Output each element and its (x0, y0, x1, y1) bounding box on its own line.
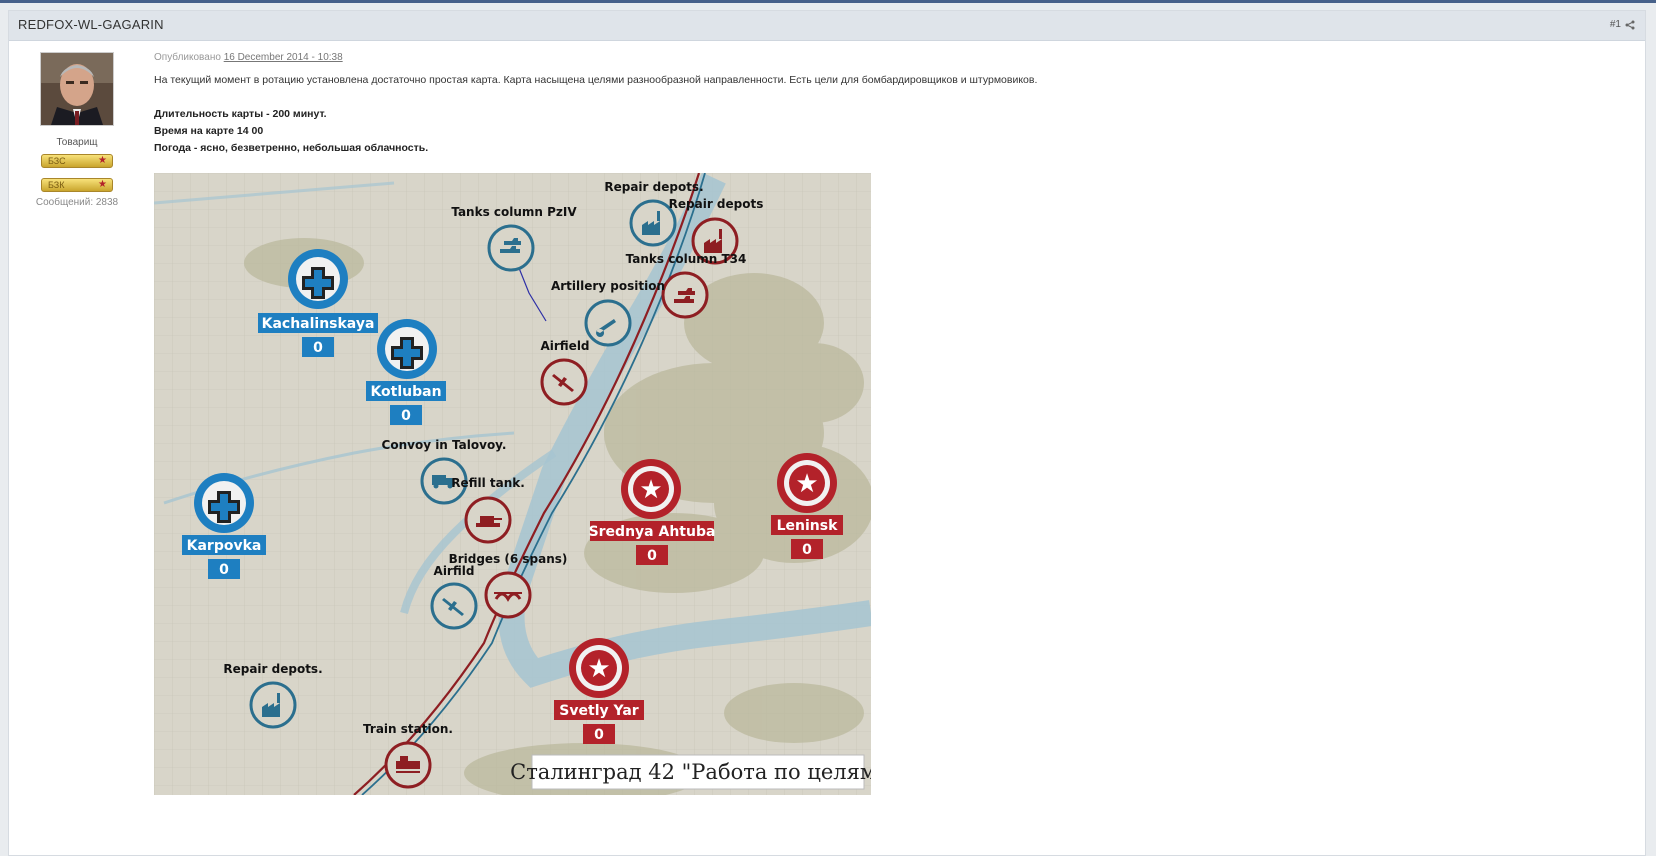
posted-date-link[interactable]: 16 December 2014 - 10:38 (224, 52, 343, 63)
svg-text:★: ★ (587, 654, 610, 684)
airfield-score: 0 (594, 727, 604, 743)
badge-label: БЗК (48, 180, 65, 190)
target-label: Repair depots. (223, 662, 322, 676)
map-duration-line: Длительность карты - 200 минут. (154, 108, 327, 120)
share-icon[interactable] (1625, 20, 1635, 30)
svg-text:★: ★ (795, 469, 818, 499)
map-time-line: Время на карте 14 00 (154, 125, 264, 137)
target-airfield-red[interactable]: Airfield (540, 339, 590, 406)
airfield-name: Kachalinskaya (262, 316, 375, 332)
post-author-name[interactable]: REDFOX-WL-GAGARIN (18, 17, 164, 32)
star-icon: ★ (98, 155, 107, 166)
airfield-name: Kotluban (370, 384, 441, 400)
svg-text:★: ★ (639, 475, 662, 505)
map-weather-line: Погода - ясно, безветренно, небольшая об… (154, 142, 429, 154)
airfield-score: 0 (647, 548, 657, 564)
airfield-score: 0 (401, 408, 411, 424)
target-label: Tanks column PzIV (451, 205, 577, 219)
target-label: Airfield (540, 339, 589, 353)
post-text: На текущий момент в ротацию установлена … (154, 74, 1038, 86)
map-image: Kachalinskaya 0 Kotluban 0 Karpovka 0 ★ … (154, 173, 871, 795)
target-label: Airfild (434, 564, 475, 578)
badge-label: БЗС (48, 156, 66, 166)
forum-post: REDFOX-WL-GAGARIN #1 Товарищ БЗС ★ БЗК ★ (8, 10, 1646, 856)
messages-count: Сообщений: 2838 (35, 197, 119, 208)
target-label: Tanks column T34 (626, 252, 747, 266)
badge-bzs: БЗС ★ (41, 154, 113, 168)
target-label: Refill tank. (451, 476, 525, 490)
star-icon: ★ (98, 179, 107, 190)
post-number-label[interactable]: #1 (1610, 19, 1621, 30)
posted-date: Опубликовано 16 December 2014 - 10:38 (154, 52, 343, 63)
airfield-name: Karpovka (187, 538, 262, 554)
target-label: Train station. (363, 722, 453, 736)
airfield-score: 0 (219, 562, 229, 578)
target-label: Artillery position (551, 279, 665, 293)
target-airfild-blue[interactable]: Airfild (430, 564, 478, 630)
airfield-score: 0 (802, 542, 812, 558)
airfield-name: Leninsk (777, 518, 838, 534)
airfield-name: Srednya Ahtuba (589, 524, 716, 540)
airfield-score: 0 (313, 340, 323, 356)
posted-prefix: Опубликовано (154, 52, 221, 63)
target-label: Convoy in Talovoy. (382, 438, 507, 452)
map-caption: Сталинград 42 "Работа по целям" (510, 760, 871, 784)
top-accent-bar (0, 0, 1656, 3)
target-label: Repair depots (669, 197, 764, 211)
target-label: Repair depots. (604, 180, 703, 194)
post-number[interactable]: #1 (1610, 19, 1635, 30)
badge-bzk: БЗК ★ (41, 178, 113, 192)
avatar[interactable] (40, 52, 114, 126)
post-header: REDFOX-WL-GAGARIN #1 (9, 11, 1645, 41)
rank-title: Товарищ (56, 137, 98, 148)
airfield-name: Svetly Yar (559, 703, 638, 719)
